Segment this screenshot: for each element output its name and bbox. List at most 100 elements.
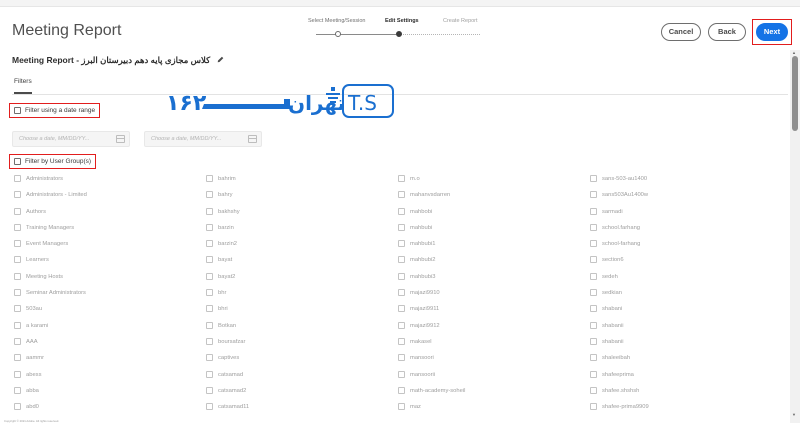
group-checkbox[interactable]: [398, 174, 405, 182]
group-item[interactable]: mahbobi: [398, 207, 465, 223]
scrollbar-thumb[interactable]: [792, 56, 798, 131]
group-item[interactable]: shaleeibah: [590, 353, 649, 369]
group-item[interactable]: bakhshy: [206, 207, 249, 223]
group-item[interactable]: Event Managers: [14, 239, 87, 255]
group-item[interactable]: majazi9912: [398, 321, 465, 337]
group-item[interactable]: abess: [14, 370, 87, 386]
start-date-input[interactable]: Choose a date, MM/DD/YY...: [12, 131, 130, 147]
group-checkbox[interactable]: [398, 386, 405, 394]
group-checkbox[interactable]: [14, 240, 21, 248]
pencil-icon[interactable]: [217, 55, 224, 65]
group-checkbox[interactable]: [206, 256, 213, 264]
group-item[interactable]: sans503Au1400w: [590, 190, 649, 206]
group-checkbox[interactable]: [14, 191, 21, 199]
calendar-icon[interactable]: [248, 135, 257, 143]
group-checkbox[interactable]: [14, 354, 21, 362]
scroll-down-icon[interactable]: ▼: [792, 412, 796, 417]
cancel-button[interactable]: Cancel: [661, 23, 701, 41]
group-item[interactable]: sedeh: [590, 272, 649, 288]
group-item[interactable]: school-farhang: [590, 239, 649, 255]
group-item[interactable]: shabani: [590, 304, 649, 320]
group-checkbox[interactable]: [206, 272, 213, 280]
group-item[interactable]: makasel: [398, 337, 465, 353]
group-item[interactable]: mahbubi2: [398, 255, 465, 271]
group-checkbox[interactable]: [398, 337, 405, 345]
group-item[interactable]: shabanii: [590, 321, 649, 337]
group-checkbox[interactable]: [590, 386, 597, 394]
group-checkbox[interactable]: [14, 289, 21, 297]
group-checkbox[interactable]: [206, 370, 213, 378]
group-checkbox[interactable]: [590, 403, 597, 411]
group-checkbox[interactable]: [590, 256, 597, 264]
group-checkbox[interactable]: [206, 289, 213, 297]
group-checkbox[interactable]: [398, 207, 405, 215]
group-checkbox[interactable]: [590, 354, 597, 362]
group-item[interactable]: majazi9911: [398, 304, 465, 320]
group-checkbox[interactable]: [590, 174, 597, 182]
group-checkbox[interactable]: [206, 240, 213, 248]
group-checkbox[interactable]: [206, 174, 213, 182]
group-checkbox[interactable]: [590, 289, 597, 297]
group-item[interactable]: 503au: [14, 304, 87, 320]
group-item[interactable]: catsamad11: [206, 402, 249, 418]
scroll-up-icon[interactable]: ▲: [792, 50, 796, 55]
group-item[interactable]: majazi9910: [398, 288, 465, 304]
end-date-input[interactable]: Choose a date, MM/DD/YY...: [144, 131, 262, 147]
group-checkbox[interactable]: [14, 272, 21, 280]
group-item[interactable]: sarmadi: [590, 207, 649, 223]
group-item[interactable]: Administrators - Limited: [14, 190, 87, 206]
group-checkbox[interactable]: [590, 207, 597, 215]
group-checkbox[interactable]: [206, 191, 213, 199]
group-item[interactable]: AAA: [14, 337, 87, 353]
group-item[interactable]: Administrators: [14, 174, 87, 190]
group-checkbox[interactable]: [206, 403, 213, 411]
group-item[interactable]: shafee.shshsh: [590, 386, 649, 402]
group-checkbox[interactable]: [398, 289, 405, 297]
group-item[interactable]: m.o: [398, 174, 465, 190]
group-checkbox[interactable]: [206, 354, 213, 362]
group-checkbox[interactable]: [14, 223, 21, 231]
group-checkbox[interactable]: [398, 240, 405, 248]
group-checkbox[interactable]: [398, 354, 405, 362]
group-item[interactable]: mahbubi3: [398, 272, 465, 288]
calendar-icon[interactable]: [116, 135, 125, 143]
group-checkbox[interactable]: [14, 305, 21, 313]
group-item[interactable]: captives: [206, 353, 249, 369]
group-item[interactable]: math-academy-soheil: [398, 386, 465, 402]
group-item[interactable]: bhri: [206, 304, 249, 320]
group-item[interactable]: maz: [398, 402, 465, 418]
group-checkbox[interactable]: [398, 321, 405, 329]
group-item[interactable]: section6: [590, 255, 649, 271]
group-checkbox[interactable]: [398, 191, 405, 199]
group-item[interactable]: boursafzar: [206, 337, 249, 353]
group-checkbox[interactable]: [206, 321, 213, 329]
group-item[interactable]: mahbubi: [398, 223, 465, 239]
group-checkbox[interactable]: [590, 272, 597, 280]
group-item[interactable]: Botkan: [206, 321, 249, 337]
page-scrollbar[interactable]: ▲ ▼: [790, 50, 800, 423]
group-item[interactable]: abd0: [14, 402, 87, 418]
group-item[interactable]: Learners: [14, 255, 87, 271]
group-item[interactable]: mahbubi1: [398, 239, 465, 255]
group-checkbox[interactable]: [590, 321, 597, 329]
group-item[interactable]: sans-503-au1400: [590, 174, 649, 190]
step-edit-settings[interactable]: Edit Settings: [385, 18, 419, 24]
group-item[interactable]: Training Managers: [14, 223, 87, 239]
group-item[interactable]: Meeting Hosts: [14, 272, 87, 288]
group-item[interactable]: bayat2: [206, 272, 249, 288]
group-item[interactable]: sedkian: [590, 288, 649, 304]
group-checkbox[interactable]: [590, 337, 597, 345]
group-checkbox[interactable]: [206, 223, 213, 231]
group-checkbox[interactable]: [14, 370, 21, 378]
group-item[interactable]: barzin: [206, 223, 249, 239]
group-item[interactable]: mahanvsdarren: [398, 190, 465, 206]
group-checkbox[interactable]: [14, 256, 21, 264]
group-checkbox[interactable]: [14, 207, 21, 215]
group-item[interactable]: abba: [14, 386, 87, 402]
group-item[interactable]: catsamad2: [206, 386, 249, 402]
group-checkbox[interactable]: [398, 272, 405, 280]
group-item[interactable]: bhr: [206, 288, 249, 304]
group-item[interactable]: bahrim: [206, 174, 249, 190]
group-checkbox[interactable]: [590, 305, 597, 313]
group-checkbox[interactable]: [590, 223, 597, 231]
